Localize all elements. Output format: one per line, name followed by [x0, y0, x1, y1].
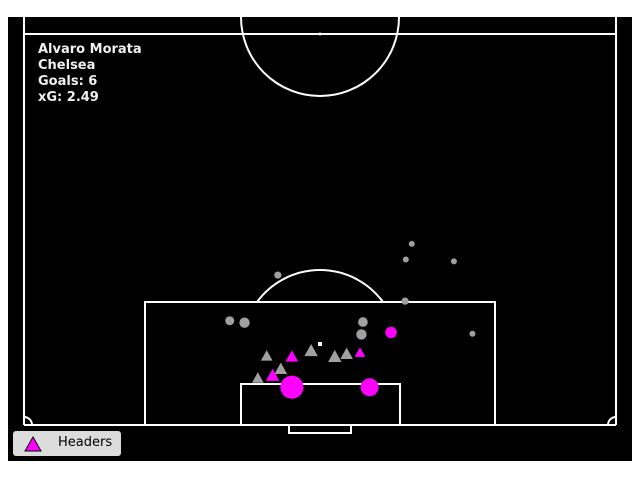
penalty-spot	[318, 342, 322, 346]
goal-shot-marker	[385, 326, 397, 339]
legend-triangle-icon	[24, 436, 42, 452]
missed-shot-marker	[450, 258, 457, 265]
missed-shot-marker	[274, 271, 282, 279]
legend-label-headers: Headers	[58, 435, 113, 450]
missed-shot-marker	[402, 256, 409, 263]
missed-shot-marker	[408, 240, 415, 247]
player-info: Alvaro Morata Chelsea Goals: 6 xG: 2.49	[38, 42, 142, 106]
team-name: Chelsea	[38, 58, 96, 73]
missed-shot-marker	[358, 317, 368, 327]
center-spot	[318, 32, 322, 36]
missed-shot-marker	[356, 329, 367, 340]
goals-count: Goals: 6	[38, 74, 98, 89]
xg-total: xG: 2.49	[38, 90, 99, 105]
missed-shot-marker	[401, 297, 409, 305]
missed-shot-marker	[225, 316, 235, 326]
goal-shot-marker	[360, 378, 379, 397]
missed-shot-marker	[469, 330, 476, 337]
legend: Headers	[13, 431, 121, 456]
goal-shot-marker	[280, 375, 304, 399]
player-name: Alvaro Morata	[38, 42, 142, 57]
missed-shot-marker	[239, 317, 250, 328]
